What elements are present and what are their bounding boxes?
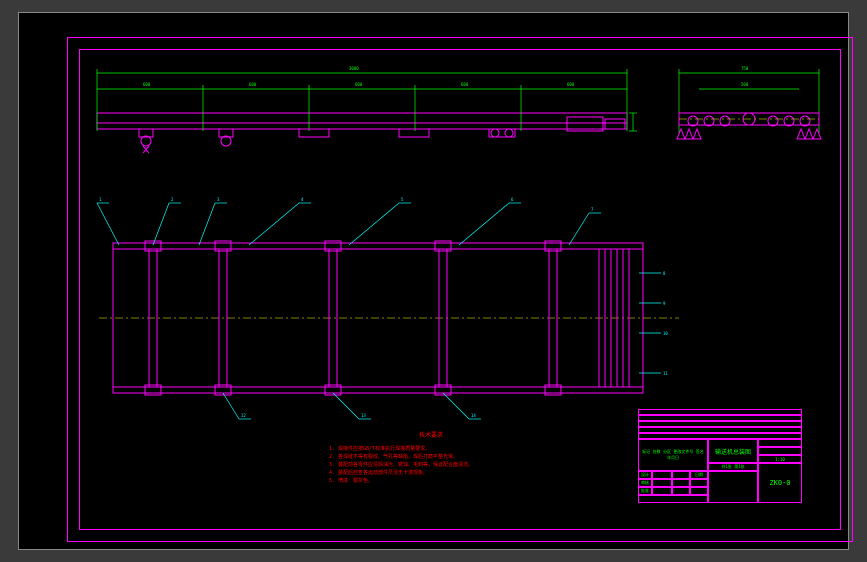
svg-text:600: 600 xyxy=(249,82,257,87)
note-line: 2. 各焊缝不得有裂纹、气孔等缺陷，焊后打磨平整光滑。 xyxy=(329,453,473,461)
tb-stage: 标记 处数 分区 更改文件号 签名 年月日 xyxy=(638,439,708,471)
tb-date: 日期 xyxy=(690,471,708,479)
svg-text:7: 7 xyxy=(591,207,594,212)
tb-designed: 设计 xyxy=(638,471,652,479)
plan-view: 1 2 3 4 5 6 7 8 9 10 11 12 xyxy=(97,197,679,419)
note-line: 3. 装配前各零件应清除油污、锈蚀、毛刺等，保证配合面清洁。 xyxy=(329,461,473,469)
svg-text:600: 600 xyxy=(355,82,363,87)
tb-approved: 批准 xyxy=(638,487,652,495)
note-line: 4. 装配后检查各运动部件灵活无卡滞现象。 xyxy=(329,469,473,477)
svg-text:4: 4 xyxy=(301,197,304,202)
tb-checked: 审核 xyxy=(638,479,652,487)
title-block: 标记 处数 分区 更改文件号 签名 年月日 输送机总装图 1:10 共1张 第1… xyxy=(638,409,802,503)
svg-text:11: 11 xyxy=(663,371,668,376)
svg-text:600: 600 xyxy=(567,82,575,87)
svg-text:13: 13 xyxy=(361,413,366,418)
svg-text:3: 3 xyxy=(217,197,220,202)
svg-text:500: 500 xyxy=(741,82,749,87)
tb-material xyxy=(758,439,802,447)
svg-text:5: 5 xyxy=(401,197,404,202)
note-line: 5. 喷漆：银灰色。 xyxy=(329,477,473,485)
note-line: 1. 焊接件应按GB/T标准执行焊接质量要求。 xyxy=(329,445,473,453)
dim-side-width: 750 xyxy=(741,66,749,71)
technical-notes: 技术要求 1. 焊接件应按GB/T标准执行焊接质量要求。 2. 各焊缝不得有裂纹… xyxy=(329,431,473,485)
notes-title: 技术要求 xyxy=(389,431,473,441)
tb-company xyxy=(708,471,758,503)
tb-mass xyxy=(758,447,802,455)
svg-text:6: 6 xyxy=(511,197,514,202)
tb-project: 输送机总装图 xyxy=(708,439,758,463)
svg-text:14: 14 xyxy=(471,413,476,418)
dim-overall: 3000 xyxy=(349,66,359,71)
svg-text:8: 8 xyxy=(663,271,666,276)
cad-canvas: 3000 600 600 600 600 600 xyxy=(18,12,849,550)
svg-text:600: 600 xyxy=(143,82,151,87)
svg-text:12: 12 xyxy=(241,413,246,418)
top-elevation-view: 3000 600 600 600 600 600 xyxy=(97,66,637,153)
tb-scale: 1:10 xyxy=(758,455,802,463)
svg-text:2: 2 xyxy=(171,197,174,202)
svg-text:1: 1 xyxy=(99,197,102,202)
side-elevation-view: 750 500 xyxy=(677,66,821,139)
svg-text:600: 600 xyxy=(461,82,469,87)
tb-drawing-no: ZK0-0 xyxy=(758,463,802,503)
tb-sheet: 共1张 第1张 xyxy=(708,463,758,471)
svg-text:10: 10 xyxy=(663,331,668,336)
svg-text:9: 9 xyxy=(663,301,666,306)
